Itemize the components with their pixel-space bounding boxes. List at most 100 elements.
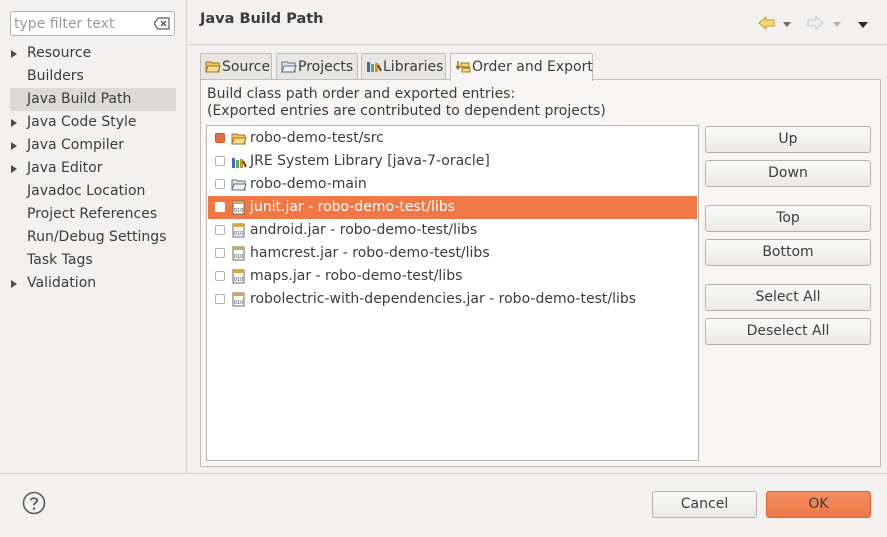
entry-label: JRE System Library [java-7-oracle] <box>250 153 490 169</box>
projects-folder-icon <box>281 61 297 73</box>
list-item[interactable]: 010 maps.jar - robo-demo-test/libs <box>208 265 697 288</box>
forward-menu-icon[interactable] <box>833 22 841 27</box>
entry-label: junit.jar - robo-demo-test/libs <box>250 199 455 215</box>
cancel-button[interactable]: Cancel <box>652 491 757 518</box>
entry-label: robo-demo-main <box>250 176 367 192</box>
back-arrow-icon[interactable] <box>758 15 775 31</box>
tab-order-and-export[interactable]: Order and Export <box>450 53 593 81</box>
jar-icon: 010 <box>232 269 245 284</box>
sidebar-item-java-build-path[interactable]: Java Build Path <box>10 88 176 111</box>
project-folder-icon <box>231 179 247 191</box>
preferences-tree: Resource Builders Java Build Path Java C… <box>0 42 186 295</box>
export-checkbox[interactable] <box>215 133 225 143</box>
source-folder-icon <box>205 61 221 73</box>
select-all-button[interactable]: Select All <box>705 284 871 311</box>
jar-icon: 010 <box>232 200 245 215</box>
tab-projects[interactable]: Projects <box>276 53 358 80</box>
list-item[interactable]: 010 android.jar - robo-demo-test/libs <box>208 219 697 242</box>
view-menu-icon[interactable] <box>858 22 868 28</box>
list-item[interactable]: 010 hamcrest.jar - robo-demo-test/libs <box>208 242 697 265</box>
sidebar-item-label: Java Build Path <box>27 91 132 107</box>
svg-text:010: 010 <box>234 300 244 306</box>
entry-label: android.jar - robo-demo-test/libs <box>250 222 478 238</box>
list-item[interactable]: 010 junit.jar - robo-demo-test/libs <box>208 196 697 219</box>
expand-arrow-icon[interactable] <box>11 280 17 288</box>
preferences-sidebar: Resource Builders Java Build Path Java C… <box>0 0 187 473</box>
export-checkbox[interactable] <box>215 179 225 189</box>
tab-label: Source <box>222 59 271 75</box>
list-item[interactable]: robo-demo-test/src <box>208 127 697 150</box>
list-item[interactable]: 010 robolectric-with-dependencies.jar - … <box>208 288 697 311</box>
filter-input[interactable] <box>14 14 149 33</box>
sidebar-item-label: Javadoc Location <box>27 183 146 199</box>
sidebar-item-label: Task Tags <box>27 252 93 268</box>
order-export-icon <box>455 61 471 73</box>
sidebar-item-label: Run/Debug Settings <box>27 229 167 245</box>
list-item[interactable]: robo-demo-main <box>208 173 697 196</box>
jar-icon: 010 <box>232 223 245 238</box>
history-navigation <box>758 15 868 31</box>
sidebar-item-label: Builders <box>27 68 84 84</box>
export-checkbox[interactable] <box>215 202 225 212</box>
svg-text:010: 010 <box>234 231 244 237</box>
forward-arrow-icon[interactable] <box>807 15 824 31</box>
sidebar-item-task-tags[interactable]: Task Tags <box>0 249 186 272</box>
deselect-all-button[interactable]: Deselect All <box>705 318 871 345</box>
classpath-entries-list[interactable]: robo-demo-test/src JRE System Library [j… <box>206 125 699 461</box>
sidebar-item-label: Java Compiler <box>27 137 125 153</box>
jar-icon: 010 <box>232 292 245 307</box>
expand-arrow-icon[interactable] <box>11 142 17 150</box>
sidebar-item-project-references[interactable]: Project References <box>0 203 186 226</box>
sidebar-item-label: Java Editor <box>27 160 103 176</box>
top-button[interactable]: Top <box>705 205 871 232</box>
filter-field[interactable] <box>10 11 175 36</box>
bottom-button[interactable]: Bottom <box>705 239 871 266</box>
sidebar-item-javadoc-location[interactable]: Javadoc Location <box>0 180 186 203</box>
export-checkbox[interactable] <box>215 156 225 166</box>
sidebar-item-validation[interactable]: Validation <box>0 272 186 295</box>
entry-label: maps.jar - robo-demo-test/libs <box>250 268 463 284</box>
svg-text:010: 010 <box>234 208 244 214</box>
sidebar-item-resource[interactable]: Resource <box>0 42 186 65</box>
ok-button[interactable]: OK <box>766 491 871 518</box>
svg-text:010: 010 <box>234 254 244 260</box>
entry-label: robo-demo-test/src <box>250 130 384 146</box>
export-checkbox[interactable] <box>215 294 225 304</box>
sidebar-item-label: Project References <box>27 206 158 222</box>
sidebar-item-run-debug-settings[interactable]: Run/Debug Settings <box>0 226 186 249</box>
sidebar-item-java-code-style[interactable]: Java Code Style <box>0 111 186 134</box>
tab-label: Order and Export <box>472 59 593 75</box>
libraries-icon <box>367 62 382 72</box>
page-title: Java Build Path <box>200 11 324 27</box>
expand-arrow-icon[interactable] <box>11 50 17 58</box>
expand-arrow-icon[interactable] <box>11 165 17 173</box>
up-button[interactable]: Up <box>705 126 871 153</box>
tab-label: Libraries <box>383 59 444 75</box>
clear-filter-icon[interactable] <box>154 17 170 30</box>
help-icon[interactable] <box>22 491 46 515</box>
sidebar-item-label: Java Code Style <box>27 114 137 130</box>
tab-label: Projects <box>298 59 354 75</box>
back-menu-icon[interactable] <box>783 22 791 27</box>
expand-arrow-icon[interactable] <box>11 119 17 127</box>
dialog-separator <box>0 473 887 474</box>
sidebar-item-label: Resource <box>27 45 92 61</box>
export-checkbox[interactable] <box>215 225 225 235</box>
export-checkbox[interactable] <box>215 271 225 281</box>
jar-icon: 010 <box>232 246 245 261</box>
down-button[interactable]: Down <box>705 160 871 187</box>
entry-label: hamcrest.jar - robo-demo-test/libs <box>250 245 490 261</box>
sidebar-item-java-compiler[interactable]: Java Compiler <box>0 134 186 157</box>
sidebar-item-java-editor[interactable]: Java Editor <box>0 157 186 180</box>
source-folder-icon <box>231 133 247 145</box>
entry-label: robolectric-with-dependencies.jar - robo… <box>250 291 637 307</box>
sidebar-item-builders[interactable]: Builders <box>0 65 186 88</box>
svg-text:010: 010 <box>234 277 244 283</box>
list-item[interactable]: JRE System Library [java-7-oracle] <box>208 150 697 173</box>
sidebar-item-label: Validation <box>27 275 97 291</box>
description-text: Build class path order and exported entr… <box>207 86 516 102</box>
library-icon <box>232 158 247 168</box>
tab-libraries[interactable]: Libraries <box>361 53 446 80</box>
tab-source[interactable]: Source <box>200 53 272 80</box>
export-checkbox[interactable] <box>215 248 225 258</box>
